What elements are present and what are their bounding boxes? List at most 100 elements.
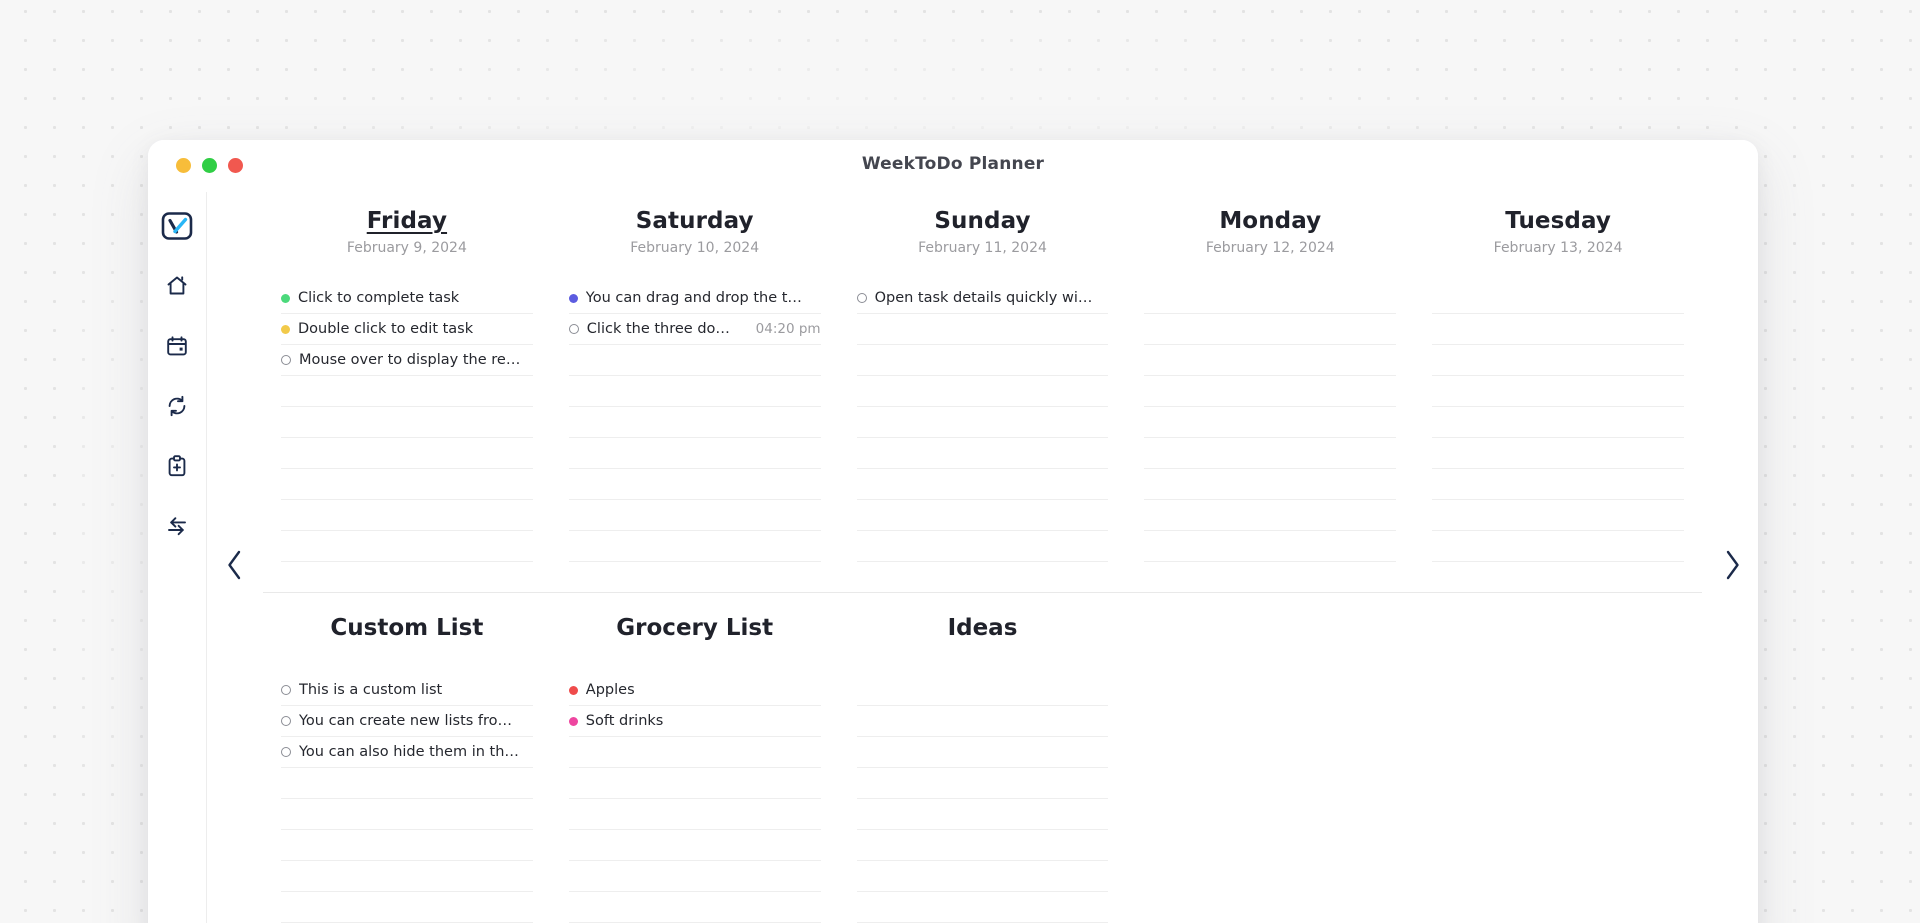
- empty-task-slot[interactable]: [568, 376, 821, 407]
- empty-task-slot[interactable]: [1432, 500, 1684, 531]
- task-row[interactable]: Double click to edit task: [281, 314, 533, 345]
- task-row[interactable]: Click to complete task: [281, 283, 533, 314]
- empty-task-slot[interactable]: [281, 407, 533, 438]
- empty-task-slot[interactable]: [281, 799, 533, 830]
- empty-task-slot[interactable]: [568, 345, 821, 376]
- day-name[interactable]: Tuesday: [1432, 208, 1684, 234]
- task-row[interactable]: You can also hide them in th…: [281, 737, 533, 768]
- empty-task-slot[interactable]: [856, 799, 1109, 830]
- empty-task-slot[interactable]: [856, 407, 1109, 438]
- empty-task-slot[interactable]: [1432, 531, 1684, 562]
- task-row[interactable]: Open task details quickly wi…: [856, 283, 1109, 314]
- empty-task-slot[interactable]: [568, 737, 821, 768]
- task-color-dot[interactable]: [281, 293, 290, 303]
- app-logo-icon: [160, 209, 194, 243]
- empty-task-slot[interactable]: [281, 768, 533, 799]
- empty-task-slot[interactable]: [568, 500, 821, 531]
- task-row[interactable]: Mouse over to display the re…: [281, 345, 533, 376]
- empty-task-slot[interactable]: [281, 376, 533, 407]
- empty-task-slot[interactable]: [281, 892, 533, 923]
- empty-task-slot[interactable]: [568, 469, 821, 500]
- task-text: You can also hide them in th…: [299, 744, 519, 760]
- empty-task-slot[interactable]: [1432, 345, 1684, 376]
- empty-task-slot[interactable]: [281, 531, 533, 562]
- day-name[interactable]: Saturday: [569, 208, 821, 234]
- empty-task-slot[interactable]: [1144, 438, 1397, 469]
- sidebar-item-home[interactable]: [157, 266, 197, 306]
- empty-task-slot[interactable]: [568, 799, 821, 830]
- empty-task-slot[interactable]: [281, 861, 533, 892]
- task-checkbox[interactable]: [281, 355, 291, 365]
- empty-task-slot[interactable]: [1144, 345, 1397, 376]
- empty-task-slot[interactable]: [856, 768, 1109, 799]
- empty-task-slot[interactable]: [1144, 407, 1397, 438]
- custom-list-title[interactable]: Grocery List: [569, 615, 821, 641]
- empty-task-slot[interactable]: [1144, 531, 1397, 562]
- sidebar-item-sync[interactable]: [157, 386, 197, 426]
- empty-task-slot[interactable]: [1144, 500, 1397, 531]
- empty-task-slot[interactable]: [568, 438, 821, 469]
- empty-task-slot[interactable]: [568, 407, 821, 438]
- empty-task-slot[interactable]: [856, 892, 1109, 923]
- empty-task-slot[interactable]: [1432, 376, 1684, 407]
- previous-week-button[interactable]: [217, 547, 251, 587]
- next-week-button[interactable]: [1716, 547, 1750, 587]
- empty-task-slot[interactable]: [568, 861, 821, 892]
- empty-task-slot[interactable]: [281, 438, 533, 469]
- task-color-dot[interactable]: [568, 293, 578, 303]
- sidebar-item-move-tasks[interactable]: [157, 506, 197, 546]
- empty-task-slot[interactable]: [568, 531, 821, 562]
- task-row[interactable]: Click the three do… 04:20 pm: [568, 314, 821, 345]
- empty-task-slot[interactable]: [856, 531, 1109, 562]
- empty-task-slot[interactable]: [856, 861, 1109, 892]
- empty-task-slot[interactable]: [856, 737, 1109, 768]
- custom-list-title[interactable]: Custom List: [281, 615, 533, 641]
- task-checkbox[interactable]: [856, 293, 867, 303]
- empty-task-slot[interactable]: [1144, 376, 1397, 407]
- empty-task-slot[interactable]: [856, 376, 1109, 407]
- empty-task-slot[interactable]: [856, 345, 1109, 376]
- empty-task-slot[interactable]: [281, 830, 533, 861]
- task-color-dot[interactable]: [568, 685, 578, 695]
- empty-task-slot[interactable]: [856, 438, 1109, 469]
- empty-task-slot[interactable]: [856, 500, 1109, 531]
- empty-task-slot[interactable]: [1432, 438, 1684, 469]
- empty-task-slot[interactable]: [1432, 407, 1684, 438]
- task-color-dot[interactable]: [568, 716, 578, 726]
- empty-task-slot[interactable]: [1432, 469, 1684, 500]
- empty-task-slot[interactable]: [1432, 283, 1684, 314]
- empty-task-slot[interactable]: [568, 768, 821, 799]
- empty-task-slot[interactable]: [1144, 314, 1397, 345]
- empty-task-slot[interactable]: [856, 706, 1109, 737]
- task-row[interactable]: Soft drinks: [568, 706, 821, 737]
- task-row[interactable]: You can drag and drop the t…: [568, 283, 821, 314]
- custom-list-title[interactable]: Ideas: [857, 615, 1109, 641]
- task-checkbox[interactable]: [568, 324, 579, 334]
- day-date: February 12, 2024: [1205, 240, 1335, 256]
- task-text: This is a custom list: [299, 682, 443, 698]
- day-name[interactable]: Monday: [1144, 208, 1396, 234]
- empty-task-slot[interactable]: [856, 469, 1109, 500]
- empty-task-slot[interactable]: [281, 469, 533, 500]
- day-name[interactable]: Friday: [281, 208, 533, 234]
- empty-task-slot[interactable]: [856, 675, 1109, 706]
- empty-task-slot[interactable]: [1432, 314, 1684, 345]
- task-checkbox[interactable]: [281, 716, 291, 726]
- day-name[interactable]: Sunday: [857, 208, 1109, 234]
- empty-task-slot[interactable]: [856, 314, 1109, 345]
- task-checkbox[interactable]: [281, 685, 291, 695]
- empty-task-slot[interactable]: [568, 830, 821, 861]
- sidebar-item-app-logo[interactable]: [157, 206, 197, 246]
- empty-task-slot[interactable]: [568, 892, 821, 923]
- sidebar-item-calendar[interactable]: [157, 326, 197, 366]
- sidebar-item-new-task[interactable]: [157, 446, 197, 486]
- task-row[interactable]: Apples: [568, 675, 821, 706]
- task-row[interactable]: This is a custom list: [281, 675, 533, 706]
- task-color-dot[interactable]: [281, 324, 290, 334]
- empty-task-slot[interactable]: [856, 830, 1109, 861]
- empty-task-slot[interactable]: [1144, 283, 1397, 314]
- empty-task-slot[interactable]: [281, 500, 533, 531]
- task-checkbox[interactable]: [281, 747, 291, 757]
- empty-task-slot[interactable]: [1144, 469, 1397, 500]
- task-row[interactable]: You can create new lists fro…: [281, 706, 533, 737]
